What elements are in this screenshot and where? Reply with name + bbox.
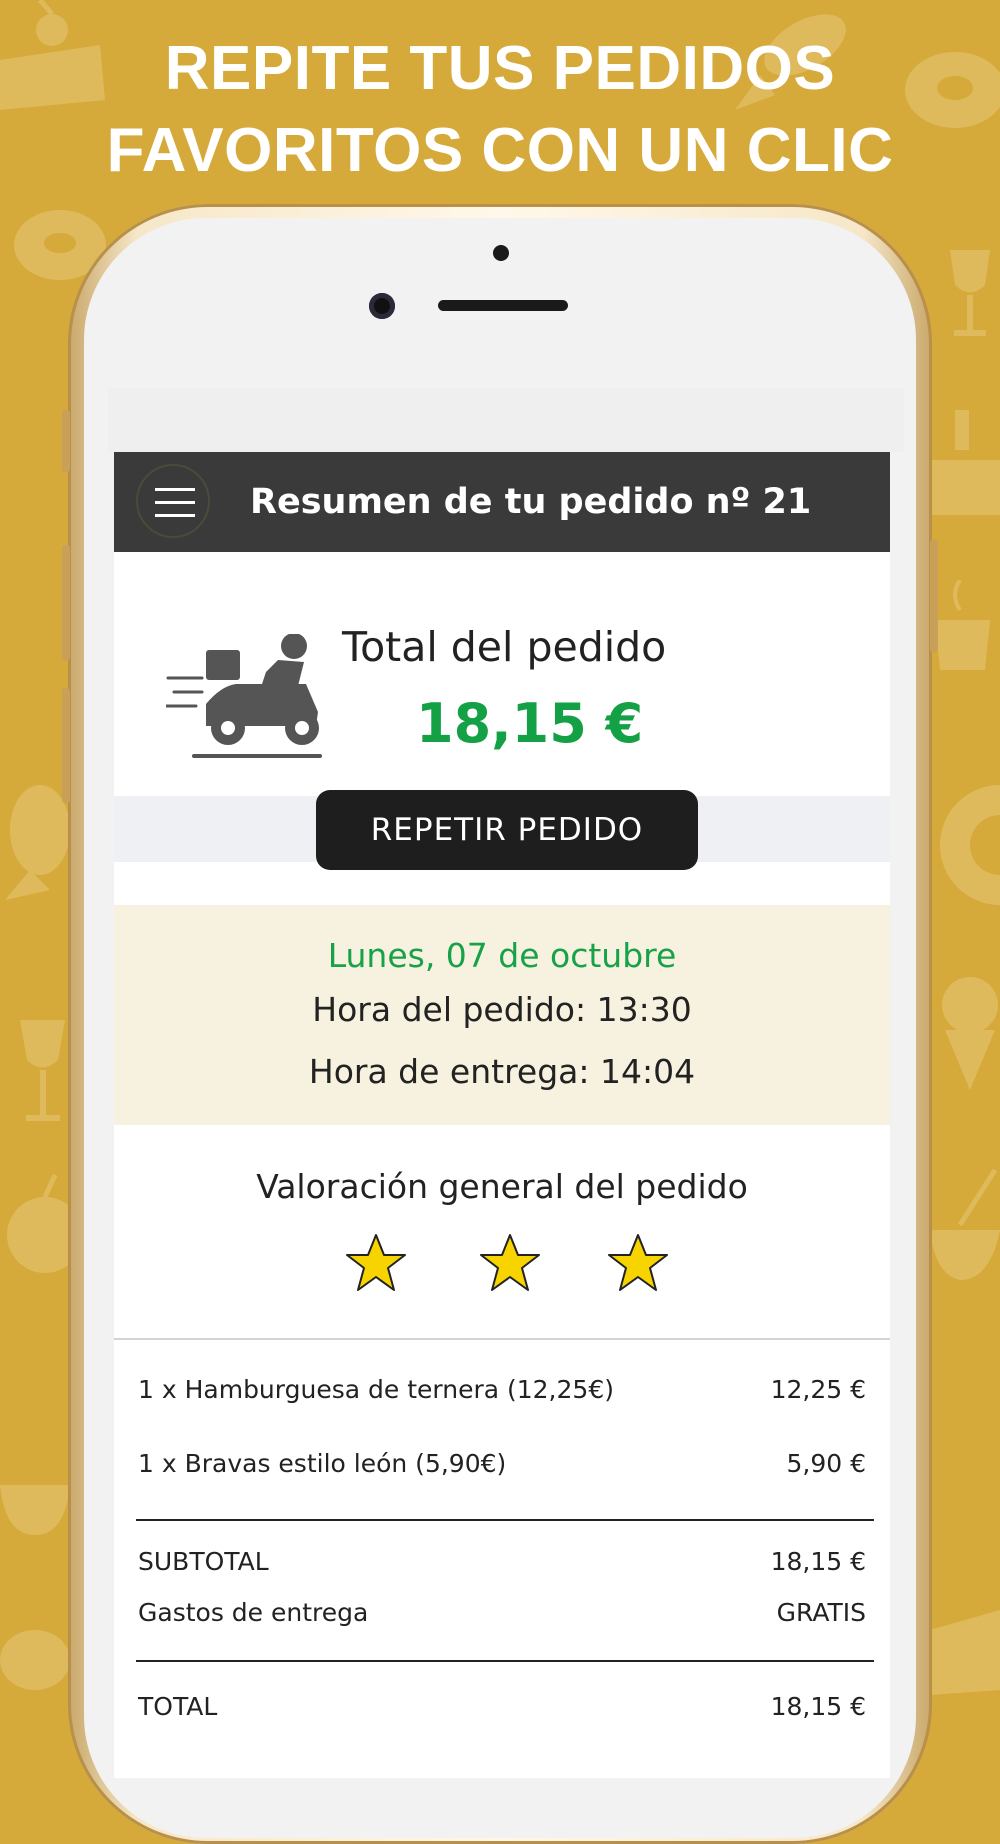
- noodle-bowl-icon: [930, 1168, 1000, 1280]
- hamburger-menu-icon[interactable]: [136, 464, 210, 538]
- promo-headline: REPITE TUS PEDIDOS FAVORITOS CON UN CLIC: [0, 28, 1000, 192]
- volume-up-button: [62, 545, 70, 660]
- order-date: Lunes, 07 de octubre: [327, 936, 677, 975]
- delivery-time: Hora de entrega: 14:04: [308, 1052, 696, 1091]
- delivery-fee-value: GRATIS: [776, 1598, 866, 1627]
- apple-icon: [7, 1173, 70, 1273]
- total-value: 18,15 €: [416, 692, 644, 755]
- order-summary-screen: Resumen de tu pedido nº 21 Total del ped…: [114, 452, 890, 1778]
- divider: [114, 1338, 890, 1340]
- wine-glass-icon: [950, 250, 990, 336]
- delivery-scooter-icon: [166, 634, 322, 758]
- schedule-box: Lunes, 07 de octubre Hora del pedido: 13…: [114, 905, 890, 1125]
- birthday-cake-icon: [930, 410, 1000, 515]
- proximity-sensor: [493, 245, 509, 261]
- total-label: Total del pedido: [342, 623, 667, 671]
- star-icon: [608, 1234, 668, 1291]
- rating-title: Valoración general del pedido: [256, 1167, 748, 1206]
- star-icon: [346, 1234, 406, 1291]
- soup-bowl-icon: [0, 1485, 70, 1535]
- divider: [136, 1660, 874, 1662]
- grand-total-value: 18,15 €: [770, 1692, 866, 1721]
- divider: [136, 1519, 874, 1521]
- teapot-icon: [0, 1630, 70, 1690]
- item-price: 5,90 €: [786, 1449, 866, 1478]
- wine-glass-icon: [20, 1020, 65, 1121]
- headline-line-2: FAVORITOS CON UN CLIC: [106, 116, 894, 185]
- earpiece-speaker: [438, 300, 568, 311]
- coffee-cup-icon: [935, 580, 990, 670]
- star-icon: [480, 1234, 540, 1291]
- item-price: 12,25 €: [770, 1375, 866, 1404]
- item-description: 1 x Bravas estilo león (5,90€): [138, 1449, 507, 1478]
- power-button: [930, 540, 938, 652]
- pastry-icon: [930, 1610, 1000, 1695]
- order-time: Hora del pedido: 13:30: [312, 990, 692, 1029]
- status-bar: [108, 388, 904, 452]
- volume-down-button: [62, 688, 70, 803]
- ice-cream-icon: [942, 977, 998, 1090]
- repeat-order-button[interactable]: REPETIR PEDIDO: [316, 790, 698, 870]
- grand-total-label: TOTAL: [138, 1692, 218, 1721]
- front-camera-icon: [369, 293, 395, 319]
- mute-switch: [62, 410, 70, 472]
- delivery-fee-label: Gastos de entrega: [138, 1598, 369, 1627]
- fish-icon: [5, 785, 70, 900]
- headline-line-1: REPITE TUS PEDIDOS: [164, 34, 836, 103]
- subtotal-value: 18,15 €: [770, 1547, 866, 1576]
- subtotal-label: SUBTOTAL: [138, 1547, 269, 1576]
- app-bar: Resumen de tu pedido nº 21: [114, 452, 890, 552]
- page-title: Resumen de tu pedido nº 21: [250, 482, 812, 522]
- item-description: 1 x Hamburguesa de ternera (12,25€): [138, 1375, 614, 1404]
- lemon-slice-icon: [940, 785, 1000, 905]
